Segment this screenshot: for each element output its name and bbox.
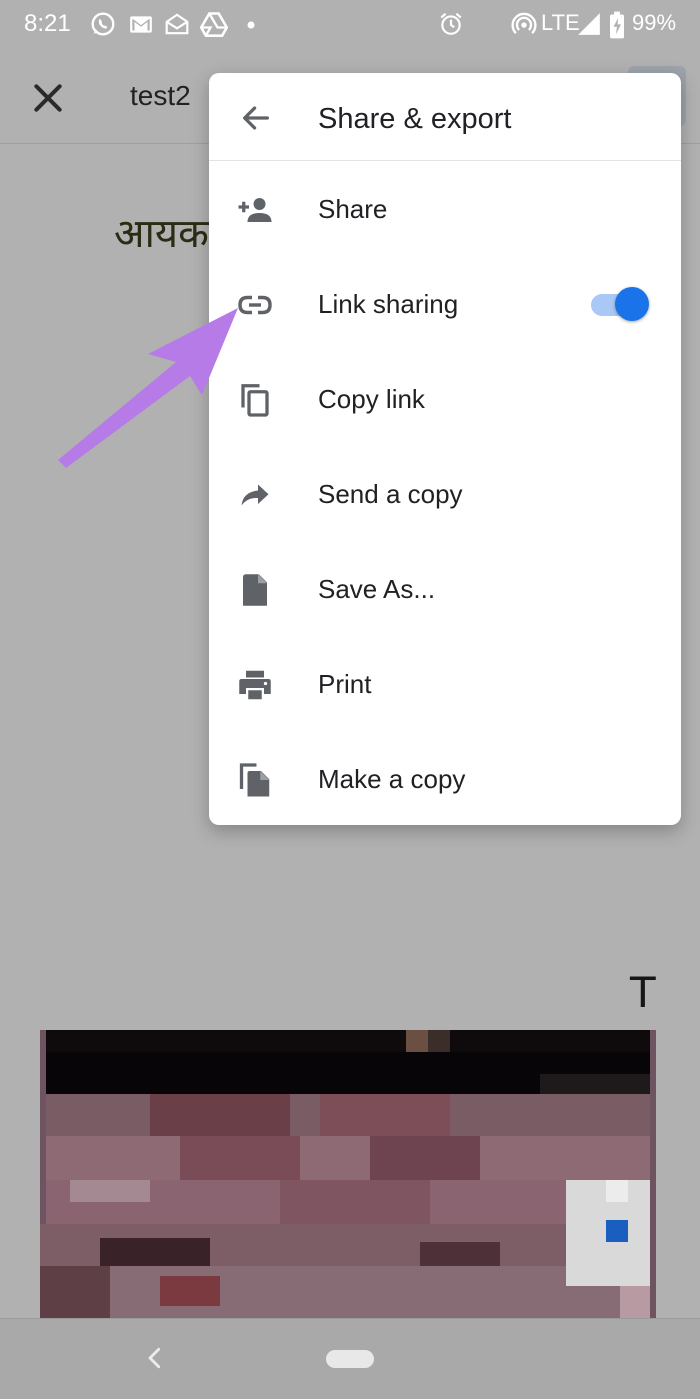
- document-text-fragment: T: [630, 968, 656, 1017]
- menu-item-label: Make a copy: [318, 764, 466, 794]
- nav-home-pill[interactable]: [326, 1350, 374, 1368]
- status-bar: 8:21 LTE 99%: [0, 0, 700, 50]
- forward-arrow-icon: [241, 484, 269, 506]
- back-arrow-icon[interactable]: [239, 101, 273, 135]
- network-type: LTE: [541, 10, 580, 35]
- printer-icon: [239, 670, 271, 700]
- hotspot-icon: [511, 12, 537, 35]
- gmail-icon: [130, 16, 152, 33]
- system-navigation-bar: [0, 1318, 700, 1399]
- annotation-arrow: [58, 308, 238, 468]
- document-heading: आयक: [114, 211, 209, 257]
- close-icon[interactable]: [28, 78, 68, 118]
- menu-title: Share & export: [318, 103, 512, 135]
- menu-item-label: Link sharing: [318, 289, 459, 319]
- whatsapp-icon: [91, 12, 115, 36]
- alarm-icon: [440, 12, 462, 35]
- menu-item-label: Copy link: [318, 384, 425, 414]
- menu-item-label: Save As...: [318, 574, 436, 604]
- share-export-menu: Share & export Share Link sharing Copy l…: [209, 73, 681, 825]
- menu-item-print[interactable]: Print: [209, 636, 681, 731]
- menu-header: Share & export: [209, 73, 681, 161]
- inbox-mail-icon: [165, 13, 189, 35]
- menu-item-send-a-copy[interactable]: Send a copy: [209, 446, 681, 541]
- menu-item-make-a-copy[interactable]: Make a copy: [209, 731, 681, 826]
- toggle-thumb: [615, 287, 649, 321]
- menu-item-save-as[interactable]: Save As...: [209, 541, 681, 636]
- battery-percent: 99%: [632, 10, 677, 35]
- document-image-pixelated: [40, 1030, 656, 1324]
- menu-item-share[interactable]: Share: [209, 161, 681, 256]
- battery-icon: [610, 11, 624, 39]
- menu-item-link-sharing[interactable]: Link sharing: [209, 256, 681, 351]
- signal-icon: [578, 13, 600, 35]
- more-notifications-icon: [247, 21, 255, 29]
- link-sharing-toggle[interactable]: [591, 287, 649, 321]
- drive-icon: [200, 12, 228, 37]
- status-time: 8:21: [24, 10, 71, 37]
- nav-back-icon[interactable]: [140, 1343, 170, 1373]
- menu-item-label: Share: [318, 194, 388, 224]
- document-title: test2: [130, 80, 191, 111]
- make-copy-icon: [239, 763, 270, 797]
- menu-item-label: Print: [318, 669, 372, 699]
- add-person-icon: [238, 198, 272, 222]
- file-icon: [243, 574, 267, 606]
- menu-item-label: Send a copy: [318, 479, 463, 509]
- menu-item-copy-link[interactable]: Copy link: [209, 351, 681, 446]
